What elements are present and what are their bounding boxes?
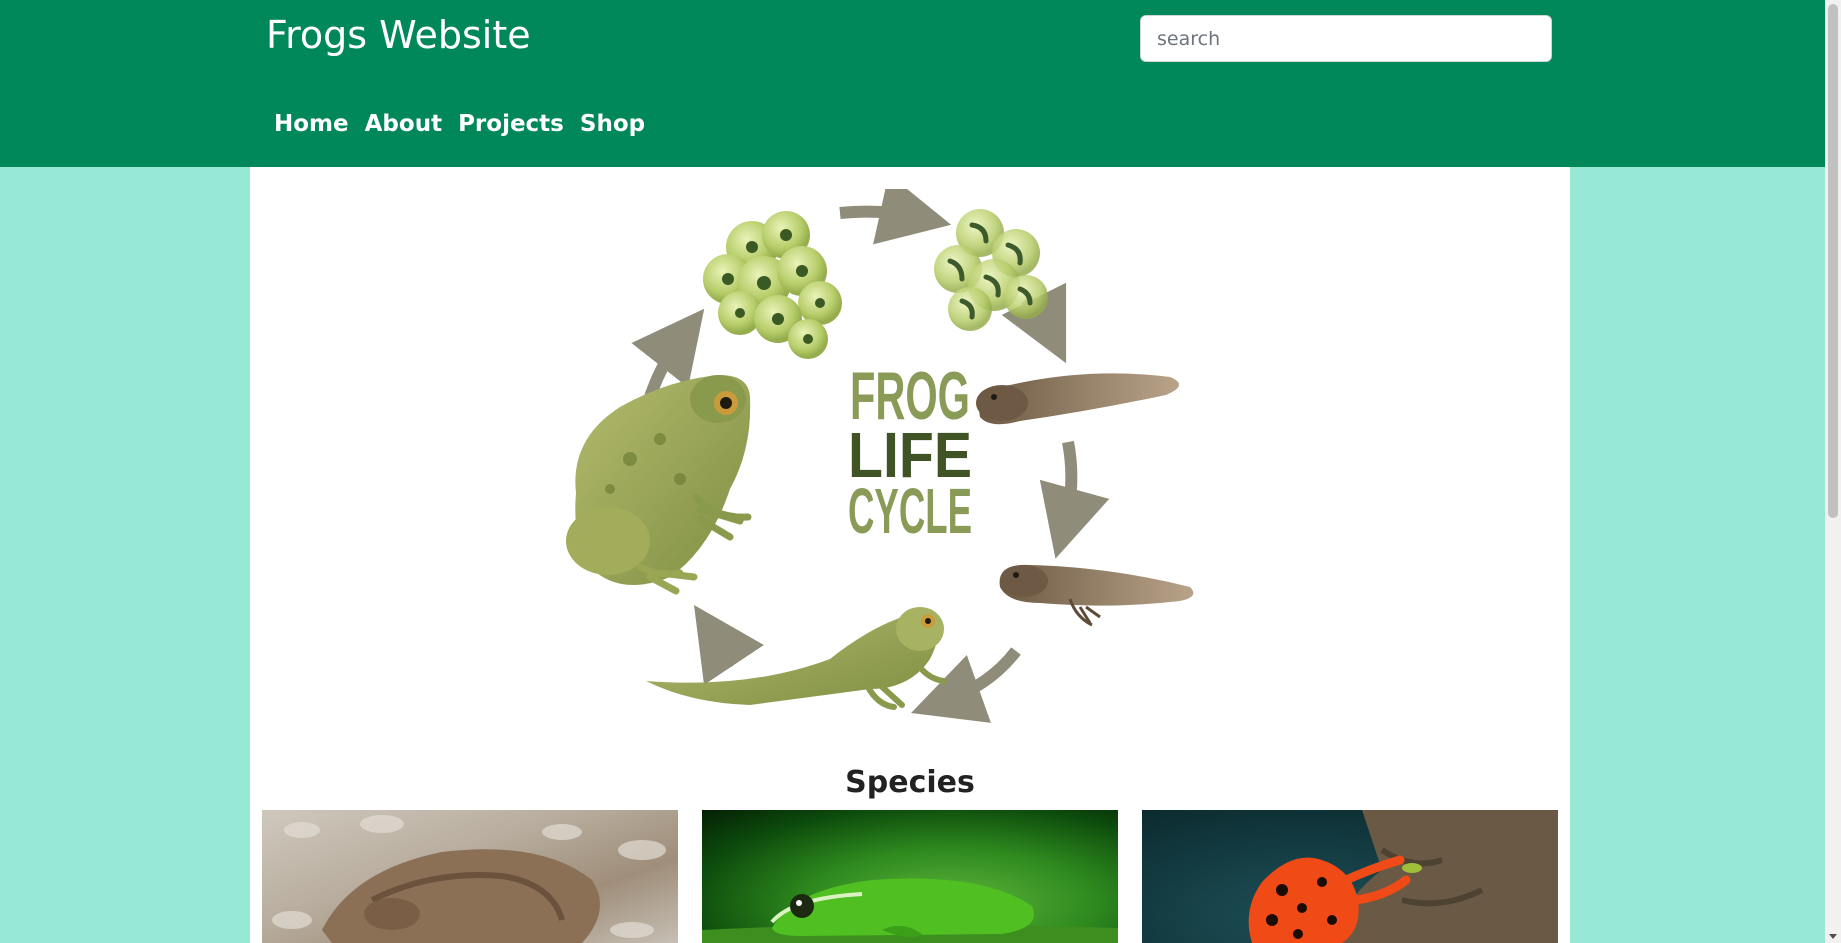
species-card-3[interactable] [1142, 810, 1558, 943]
arrow-legged-tadpole-to-froglet [911, 647, 1021, 723]
nav-home-link[interactable]: Home [266, 108, 357, 140]
search-input[interactable] [1140, 15, 1552, 62]
species-card-2[interactable] [702, 810, 1118, 943]
scroll-down-arrow-icon[interactable] [1829, 934, 1837, 939]
page: Frogs Website Home About Projects Shop [0, 0, 1841, 943]
nav-about-link[interactable]: About [357, 108, 450, 140]
life-cycle-title: FROG LIFE CYCLE [848, 358, 972, 547]
site-header: Frogs Website Home About Projects Shop [0, 0, 1825, 167]
arrow-tadpole-to-legged-tadpole [1039, 440, 1110, 559]
main-nav: Home About Projects Shop [266, 108, 653, 140]
tadpole-icon [976, 373, 1180, 425]
main-content: FROG LIFE CYCLE Species [250, 167, 1570, 943]
scrollbar-thumb[interactable] [1828, 4, 1838, 518]
life-cycle-title-line3: CYCLE [848, 475, 972, 547]
species-card-1[interactable] [262, 810, 678, 943]
frog-eggs-icon [703, 211, 842, 359]
nav-projects-link[interactable]: Projects [450, 108, 572, 140]
green-tree-frog-photo [702, 878, 1118, 943]
arrow-froglet-to-frog [694, 605, 764, 685]
species-heading: Species [845, 765, 975, 800]
frog-embryos-icon [934, 209, 1048, 331]
arrow-eggs-to-embryos [839, 189, 952, 245]
page-scrollbar[interactable] [1825, 0, 1841, 943]
red-poison-dart-frog-photo [1248, 810, 1558, 943]
tadpole-with-legs-icon [999, 564, 1194, 627]
nav-shop-link[interactable]: Shop [572, 108, 653, 140]
adult-frog-icon [566, 375, 752, 595]
brown-frog-photo [272, 815, 666, 943]
frog-life-cycle-illustration: FROG LIFE CYCLE [566, 189, 1194, 723]
site-title[interactable]: Frogs Website [266, 10, 531, 60]
froglet-icon [646, 607, 947, 710]
